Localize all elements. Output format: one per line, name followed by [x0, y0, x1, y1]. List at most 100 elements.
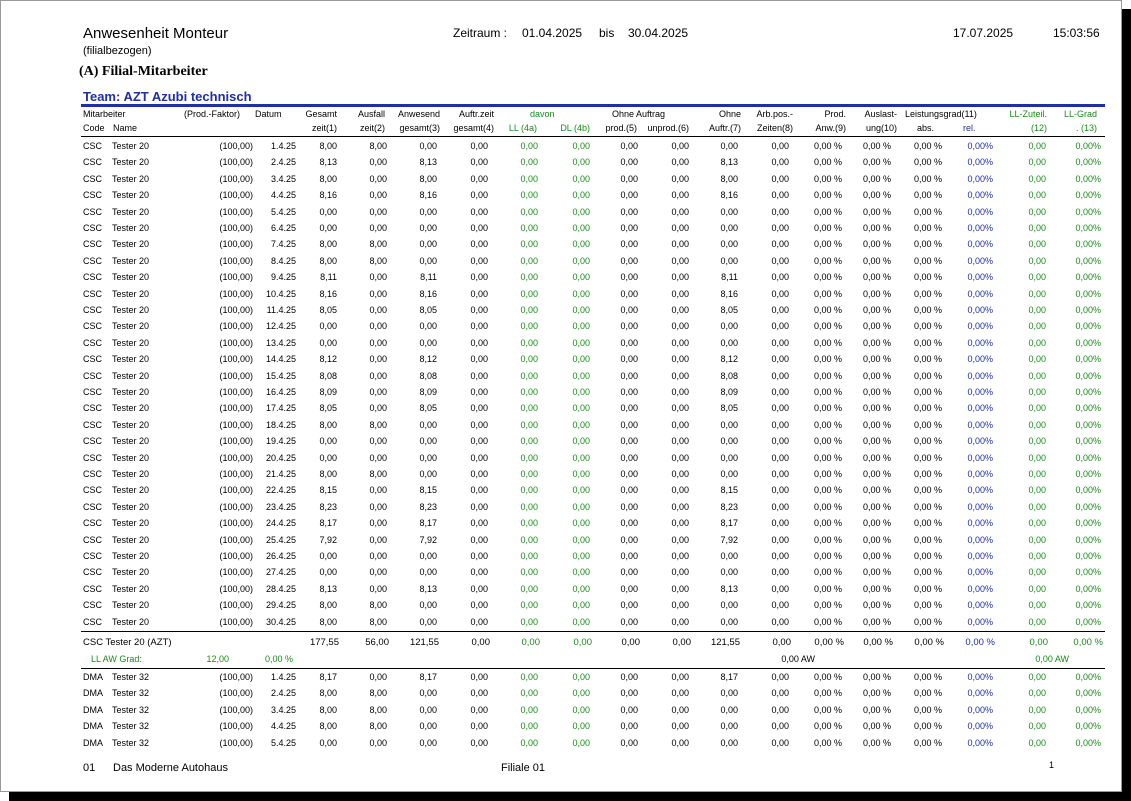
cell-value: 0,00% [967, 485, 993, 496]
cell-value: 0,00% [967, 704, 993, 715]
cell-prodfaktor: (100,00) [219, 469, 253, 479]
cell-value: 0,00% [1075, 305, 1101, 315]
cell-value: 0,00% [1075, 387, 1101, 397]
footer-nr: 01 [83, 762, 96, 774]
total-values: CSC Tester 20 (AZT) 177,55 56,00 121,55 0,00… [1, 637, 1121, 653]
cell-value: 0,00 [520, 190, 538, 201]
col-anwesend-2: gesamt(3) [399, 123, 440, 133]
cell-name: Tester 20 [112, 583, 150, 594]
cell-value: 0,00% [1075, 436, 1101, 447]
cell-value: 0,00% [967, 223, 993, 233]
cell-value: 0,00% [1075, 370, 1101, 381]
table-row: DMA Tester 32 (100,00) 4.4.25 8,00 8,00 0,00 0,… [1, 721, 1121, 737]
cell-value: 0,00 [520, 469, 538, 479]
cell-value: 0,00 [520, 452, 538, 463]
cell-code: CSC [83, 305, 103, 315]
zeitraum-bis: bis [599, 26, 615, 40]
col-auslast-2: ung(10) [865, 123, 897, 133]
table-row: CSC Tester 20 (100,00) 26.4.25 0,00 0,00 0,00 0… [1, 551, 1121, 567]
cell-value: 0,00% [1075, 223, 1101, 233]
cell-value: 0,00 [1028, 255, 1046, 266]
cell-value: 0,00% [1075, 173, 1101, 184]
cell-value: 0,00 [520, 255, 538, 266]
cell-prodfaktor: (100,00) [219, 370, 253, 381]
col-prodanw: Prod. [824, 109, 846, 119]
cell-value: 0,00% [967, 452, 993, 463]
cell-value: 0,00% [1075, 321, 1101, 332]
cell-code: DMA [83, 704, 103, 715]
cell-value: 0,00 [1028, 419, 1046, 430]
col-ohne: Ohne [718, 109, 741, 119]
cell-value: 0,00 [771, 272, 789, 283]
cell-code: CSC [83, 157, 103, 168]
cell-value: 0,00% [967, 534, 993, 545]
report-page: Anwesenheit Monteur (filialbezogen) Zeit… [0, 0, 1122, 792]
col-abs: abs. [916, 123, 934, 133]
cell-value: 0,00 [771, 721, 789, 732]
cell-code: CSC [83, 534, 103, 545]
cell-value: 0,00% [1075, 157, 1101, 168]
cell-value: 0,00 [771, 321, 789, 332]
cell-prodfaktor: (100,00) [219, 403, 253, 414]
table-row: DMA Tester 32 (100,00) 5.4.25 0,00 0,00 0,00 0,… [1, 738, 1121, 754]
cell-value: 0,00 [771, 518, 789, 529]
cell-value: 0,00% [967, 501, 993, 512]
cell-value: 0,00 [1028, 583, 1046, 594]
cell-prodfaktor: (100,00) [219, 485, 253, 496]
cell-value: 0,00 [520, 272, 538, 283]
cell-value: 0,00% [967, 321, 993, 332]
cell-value: 0,00% [1075, 469, 1101, 479]
cell-value: 0,00% [1075, 688, 1101, 699]
cell-prodfaktor: (100,00) [219, 288, 253, 299]
cell-name: Tester 20 [112, 190, 150, 201]
table-row: CSC Tester 20 (100,00) 7.4.25 8,00 8,00 0,00 0,… [1, 239, 1121, 255]
cell-name: Tester 20 [112, 337, 150, 348]
cell-prodfaktor: (100,00) [219, 419, 253, 430]
cell-value: 0,00 [1028, 688, 1046, 699]
cell-value: 0,00 [771, 387, 789, 397]
table-row: DMA Tester 32 (100,00) 1.4.25 8,17 0,00 8,17 0,… [1, 672, 1121, 688]
cell-name: Tester 20 [112, 305, 150, 315]
cell-prodfaktor: (100,00) [219, 206, 253, 217]
table-row: CSC Tester 20 (100,00) 21.4.25 8,00 8,00 0,00 0… [1, 469, 1121, 485]
col-leistungsgrad: Leistungsgrad(11) [905, 109, 977, 119]
cell-value: 0,00 [771, 173, 789, 184]
cell-name: Tester 20 [112, 157, 150, 168]
table-row: CSC Tester 20 (100,00) 2.4.25 8,13 0,00 8,13 0,… [1, 157, 1121, 173]
cell-value: 0,00% [967, 583, 993, 594]
cell-code: CSC [83, 419, 103, 430]
cell-value: 0,00 [1028, 272, 1046, 283]
cell-prodfaktor: (100,00) [219, 255, 253, 266]
col-ohne-2: Auftr.(7) [708, 123, 741, 133]
col-anwesend: Anwesend [397, 109, 440, 119]
cell-value: 0,00 [771, 419, 789, 430]
col-unprod6: unprod.(6) [647, 123, 689, 133]
cell-prodfaktor: (100,00) [219, 452, 253, 463]
col-ll4a: LL (4a) [508, 123, 537, 133]
cell-name: Tester 32 [112, 737, 150, 748]
table-row: CSC Tester 20 (100,00) 28.4.25 8,13 0,00 8,13 0… [1, 584, 1121, 600]
cell-prodfaktor: (100,00) [219, 583, 253, 594]
cell-value: 0,00% [1075, 206, 1101, 217]
cell-name: Tester 20 [112, 518, 150, 529]
aw-value-2: 0,00 AW [1035, 654, 1069, 664]
team-divider [81, 104, 1105, 107]
cell-value: 0,00 [1028, 403, 1046, 414]
cell-value: 0,00 [1028, 501, 1046, 512]
table-row: CSC Tester 20 (100,00) 24.4.25 8,17 0,00 8,17 0… [1, 518, 1121, 534]
cell-value: 0,00 [771, 305, 789, 315]
table-row: CSC Tester 20 (100,00) 19.4.25 0,00 0,00 0,00 0… [1, 436, 1121, 452]
cell-value: 0,00 [520, 370, 538, 381]
col-rel: rel. [963, 123, 976, 133]
total-value: 0,00 [1029, 637, 1049, 648]
cell-value: 0,00 [1028, 600, 1046, 611]
cell-value: 0,00 [520, 403, 538, 414]
cell-value: 0,00% [967, 436, 993, 447]
cell-value: 0,00 [1028, 672, 1046, 682]
col-dl4b: DL (4b) [560, 123, 590, 133]
col-llzuteil: LL-Zuteil. [1009, 109, 1047, 119]
cell-name: Tester 20 [112, 255, 150, 266]
cell-value: 0,00 [771, 157, 789, 168]
col-code: Code [83, 123, 105, 133]
cell-value: 0,00% [967, 370, 993, 381]
